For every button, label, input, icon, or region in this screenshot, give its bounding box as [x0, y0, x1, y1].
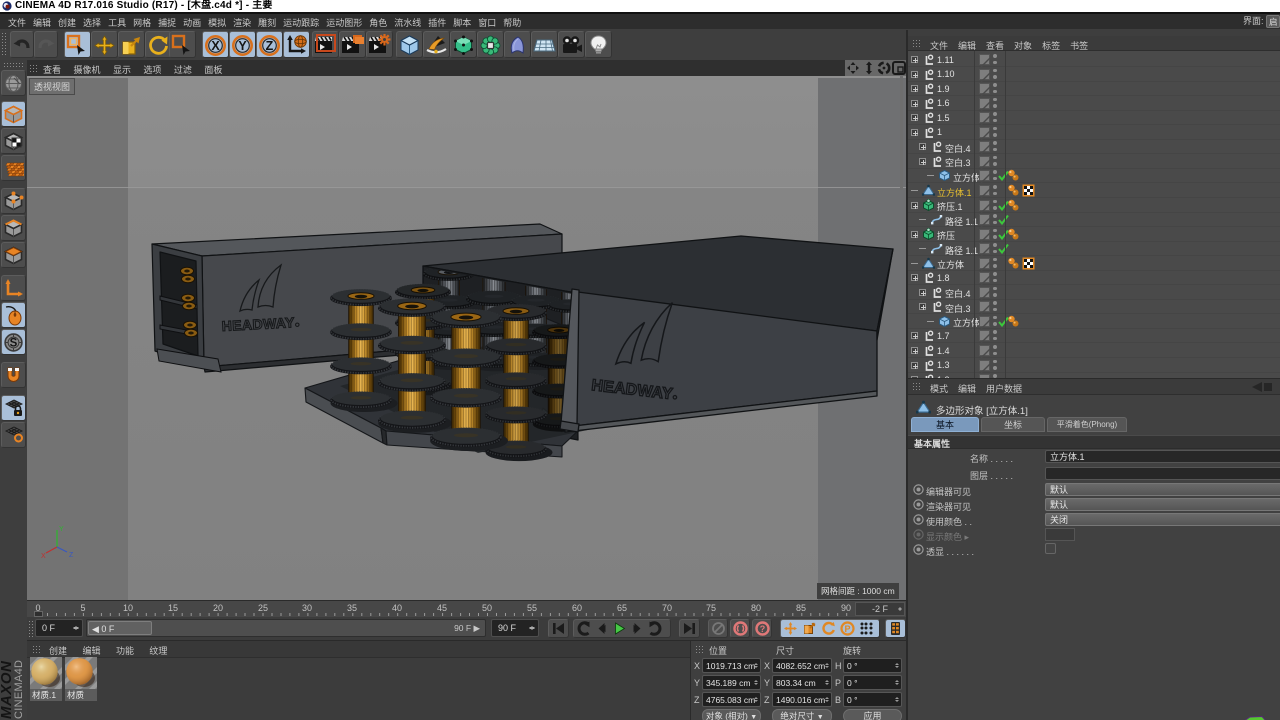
svg-text:Z: Z — [69, 552, 74, 559]
svg-text:Y: Y — [59, 526, 64, 533]
svg-text:Y: Y — [238, 39, 247, 53]
svg-text:X: X — [41, 553, 46, 560]
svg-text:Z: Z — [266, 39, 274, 53]
svg-text:P: P — [844, 624, 850, 634]
svg-text:?: ? — [759, 624, 765, 634]
svg-text:S: S — [10, 338, 18, 350]
svg-text:X: X — [211, 39, 220, 53]
